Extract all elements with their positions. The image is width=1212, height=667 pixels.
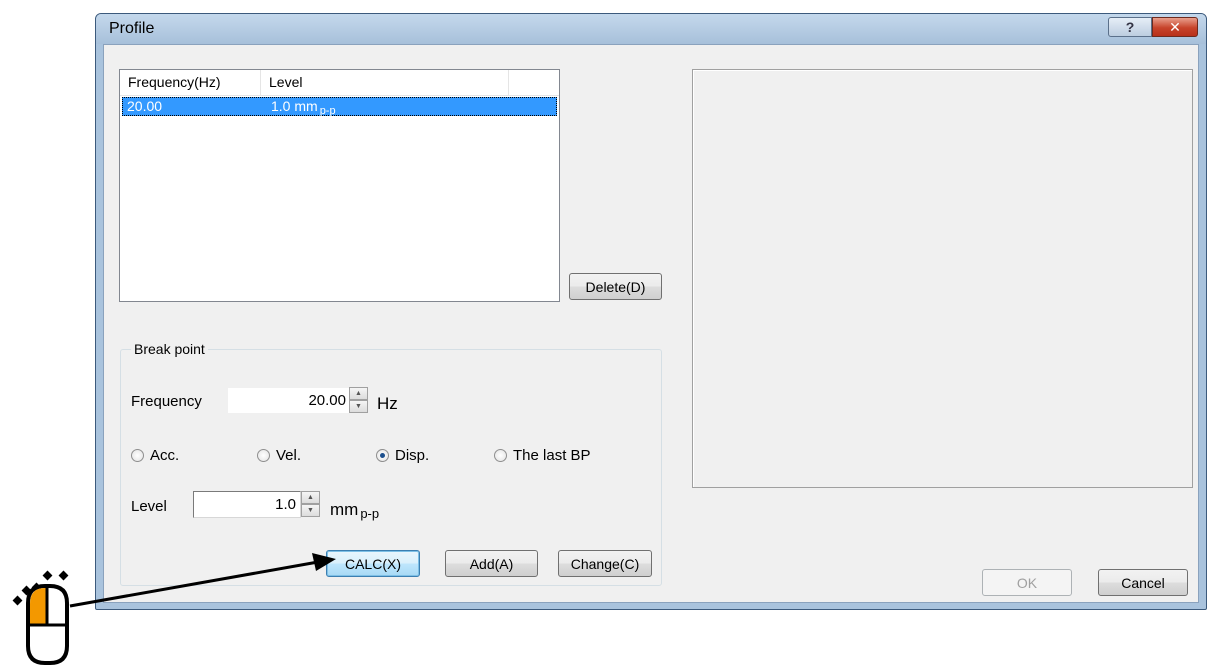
arrow-head-icon xyxy=(312,553,336,571)
mouse-click-icon xyxy=(12,553,336,665)
pointer-arrow xyxy=(69,560,319,608)
